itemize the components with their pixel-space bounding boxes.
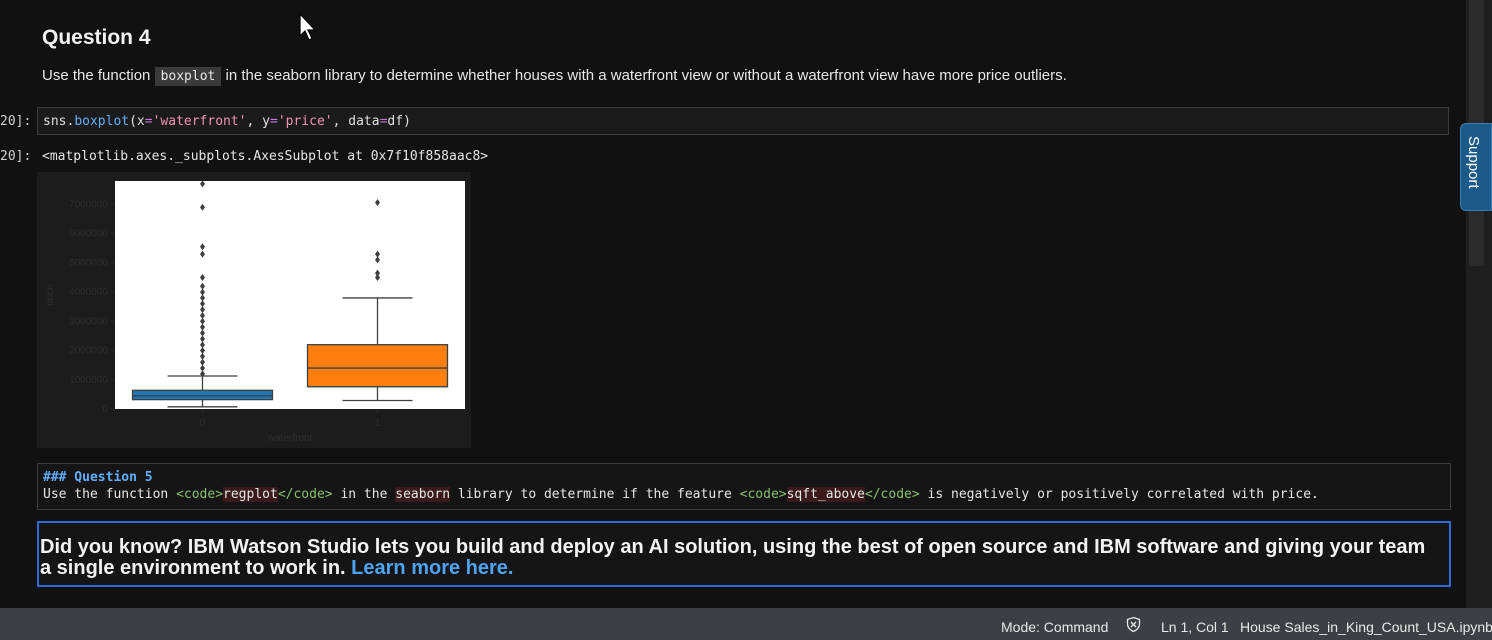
x-axis-label: waterfront (267, 433, 313, 444)
md-part-b: in the (332, 487, 396, 502)
shield-x-icon[interactable] (1125, 616, 1142, 636)
status-mode[interactable]: Mode: Command (1001, 619, 1108, 635)
code-obj: sns. (43, 114, 75, 129)
md-tag2-open: <code> (739, 487, 787, 502)
code-mid2: , data (332, 114, 380, 129)
md-tag1-open: <code> (176, 487, 224, 502)
y-tick-label: 3000000 (69, 316, 108, 327)
output-cell-prompt: 20]: (0, 149, 32, 164)
md-part-c: library to determine if the feature (450, 487, 740, 502)
status-filename: House Sales_in_King_Count_USA.ipynb (1240, 619, 1492, 635)
md-word-seaborn: seaborn (395, 487, 451, 502)
y-tick-label: 2000000 (69, 346, 108, 357)
q4-text-after: in the seaborn library to determine whet… (225, 67, 1067, 84)
code-str1: 'waterfront' (152, 114, 247, 129)
y-tick-label: 1000000 (69, 375, 108, 386)
support-button[interactable]: Support (1460, 123, 1492, 211)
did-you-know-cell[interactable]: Did you know? IBM Watson Studio lets you… (37, 521, 1451, 587)
markdown-text-line: Use the function <code>regplot</code> in… (43, 487, 1319, 502)
code-cell[interactable]: sns.boxplot(x='waterfront', y='price', d… (37, 107, 1449, 135)
box-1 (306, 344, 449, 388)
code-str2: 'price' (277, 114, 333, 129)
code-eq2: = (270, 114, 278, 129)
box-0 (131, 389, 274, 401)
md-word-sqft-above: sqft_above (786, 487, 865, 502)
md-tag2-close: </code> (864, 487, 920, 502)
y-tick-label: 0 (102, 404, 108, 415)
code-cell-prompt: 20]: (0, 114, 32, 129)
y-tick-label: 7000000 (69, 199, 108, 210)
question-4-heading: Question 4 (42, 26, 151, 49)
boxplot-chart: 0 1000000 2000000 3000000 4000000 5000000 6000… (45, 180, 465, 444)
markdown-heading-line: ### Question 5 (43, 470, 153, 485)
md-tag1-close: </code> (277, 487, 333, 502)
status-cursor-position[interactable]: Ln 1, Col 1 (1161, 619, 1229, 635)
y-axis-label: price (45, 284, 56, 306)
code-close: df) (387, 114, 411, 129)
code-eq1: = (144, 114, 153, 129)
inline-code-boxplot: boxplot (154, 67, 222, 86)
notebook-area: Question 4 Use the function boxplot in t… (0, 0, 1466, 608)
markdown-cell[interactable]: ### Question 5 Use the function <code>re… (37, 463, 1451, 510)
status-bar: Mode: Command Ln 1, Col 1 House Sales_in… (0, 608, 1492, 640)
did-you-know-text: Did you know? IBM Watson Studio lets you… (40, 537, 1430, 579)
code-open: (x (129, 114, 145, 129)
support-label: Support (1465, 136, 1482, 189)
question-4-text: Use the function boxplot in the seaborn … (42, 67, 1067, 86)
learn-more-link[interactable]: Learn more here. (351, 557, 513, 579)
y-tick-label: 4000000 (69, 287, 108, 298)
md-word-regplot: regplot (223, 487, 278, 502)
q4-text-before: Use the function (42, 67, 151, 84)
boxplot-figure: 0 1000000 2000000 3000000 4000000 5000000 6000… (37, 172, 471, 448)
y-tick-label: 6000000 (69, 229, 108, 240)
x-tick-label: 0 (200, 418, 206, 429)
did-you-know-body: IBM Watson Studio lets you build and dep… (40, 536, 1426, 579)
md-part-d: is negatively or positively correlated w… (919, 487, 1319, 502)
x-tick-label: 1 (375, 418, 381, 429)
md-part-a: Use the function (43, 487, 177, 502)
did-you-know-bold: Did you know? (40, 536, 183, 558)
code-text[interactable]: sns.boxplot(x='waterfront', y='price', d… (43, 114, 411, 129)
y-tick-label: 5000000 (69, 258, 108, 269)
mouse-cursor-icon (299, 12, 317, 41)
output-text: <matplotlib.axes._subplots.AxesSubplot a… (42, 149, 489, 164)
code-fn: boxplot (74, 114, 130, 129)
code-mid1: , y (246, 114, 270, 129)
